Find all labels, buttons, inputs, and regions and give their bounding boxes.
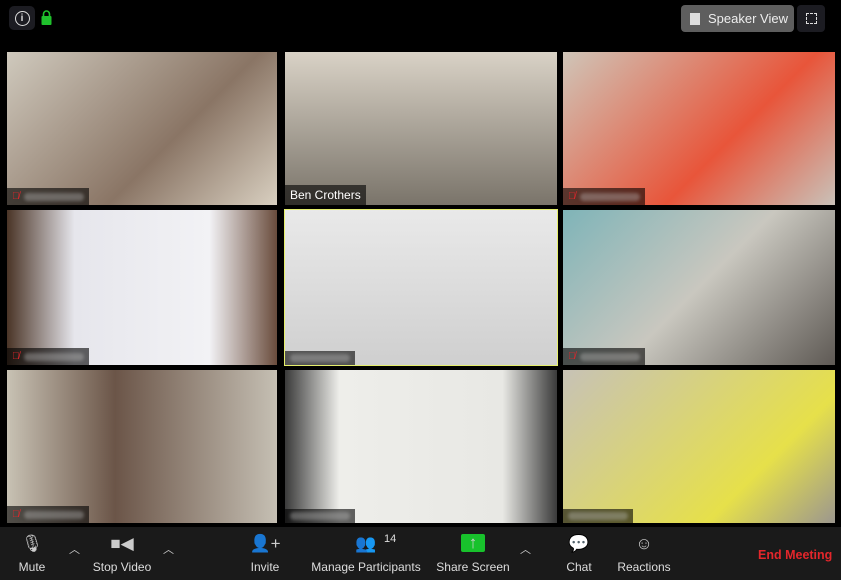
video-options-caret[interactable]: ︿ [163, 541, 174, 557]
video-camera-icon: ■◀ [110, 534, 134, 553]
participant-video [7, 52, 277, 205]
participant-name-label [285, 509, 355, 523]
participant-video-tile[interactable] [563, 370, 835, 523]
participant-name-label: 🎙̸ [7, 348, 89, 365]
end-meeting-button[interactable]: End Meeting [758, 548, 832, 562]
participant-name-label [285, 351, 355, 365]
audio-options-caret[interactable]: ︿ [69, 541, 80, 557]
muted-mic-icon: 🎙̸ [12, 509, 20, 520]
participant-video-tile[interactable]: 🎙̸ [7, 210, 277, 365]
lock-icon[interactable] [41, 10, 52, 25]
chat-icon: 💬 [568, 534, 590, 553]
participant-video-tile[interactable]: 🎙̸ [7, 370, 277, 523]
participant-name [568, 512, 628, 520]
stop-video-button[interactable]: ■◀ Stop Video [88, 527, 156, 580]
share-screen-button[interactable]: ↑ Share Screen [433, 527, 513, 580]
participant-name [290, 354, 350, 362]
top-bar: i Speaker View [0, 0, 841, 40]
participant-video-tile[interactable]: Ben Crothers [285, 52, 557, 205]
share-options-caret[interactable]: ︿ [520, 541, 531, 557]
microphone-icon: 🎙 [21, 534, 43, 553]
muted-mic-icon: 🎙̸ [12, 191, 20, 202]
participant-name [579, 352, 640, 361]
participant-video [563, 210, 835, 365]
speaker-view-icon [690, 12, 700, 25]
participant-video-tile[interactable]: 🎙̸ [563, 210, 835, 365]
participant-video-tile[interactable] [285, 370, 557, 523]
mute-button[interactable]: 🎙 Mute [12, 527, 52, 580]
participant-video [285, 210, 557, 365]
participant-video [563, 370, 835, 523]
participant-name-label: 🎙̸ [563, 348, 645, 365]
fullscreen-icon [805, 13, 817, 24]
invite-button[interactable]: 👤+ Invite [245, 527, 285, 580]
add-person-icon: 👤+ [249, 534, 281, 553]
info-icon: i [14, 10, 30, 26]
meeting-info-button[interactable]: i [9, 6, 35, 30]
manage-participants-button[interactable]: 👥 14 Manage Participants [308, 527, 424, 580]
share-screen-icon: ↑ [461, 533, 485, 552]
participant-video-tile[interactable]: 🎙̸ [563, 52, 835, 205]
participants-icon: 👥 [355, 534, 377, 553]
participant-video [285, 52, 557, 205]
participant-name [579, 192, 640, 201]
participant-video [285, 370, 557, 523]
participant-name-label: 🎙̸ [7, 506, 89, 523]
meeting-toolbar: 🎙 Mute ︿ ■◀ Stop Video ︿ 👤+ Invite 👥 14 Manag… [0, 527, 841, 580]
participant-video-tile[interactable] [284, 209, 558, 366]
participant-name [23, 352, 84, 361]
chat-button[interactable]: 💬 Chat [560, 527, 598, 580]
participant-video-tile[interactable]: 🎙̸ [7, 52, 277, 205]
muted-mic-icon: 🎙̸ [12, 351, 20, 362]
reactions-icon: ☺ [635, 534, 653, 553]
participant-name-label: Ben Crothers [285, 185, 366, 205]
participant-name [23, 510, 84, 519]
participant-name [23, 192, 84, 201]
participant-name-label: 🎙̸ [563, 188, 645, 205]
participant-video [563, 52, 835, 205]
fullscreen-button[interactable] [797, 5, 825, 32]
participant-video [7, 370, 277, 523]
muted-mic-icon: 🎙̸ [568, 191, 576, 202]
participant-name [290, 512, 350, 520]
participant-name-label: 🎙̸ [7, 188, 89, 205]
participant-video [7, 210, 277, 365]
speaker-view-button[interactable]: Speaker View [681, 5, 794, 32]
reactions-button[interactable]: ☺ Reactions [612, 527, 676, 580]
participant-name: Ben Crothers [290, 188, 361, 202]
participant-name-label [563, 509, 633, 523]
muted-mic-icon: 🎙̸ [568, 351, 576, 362]
